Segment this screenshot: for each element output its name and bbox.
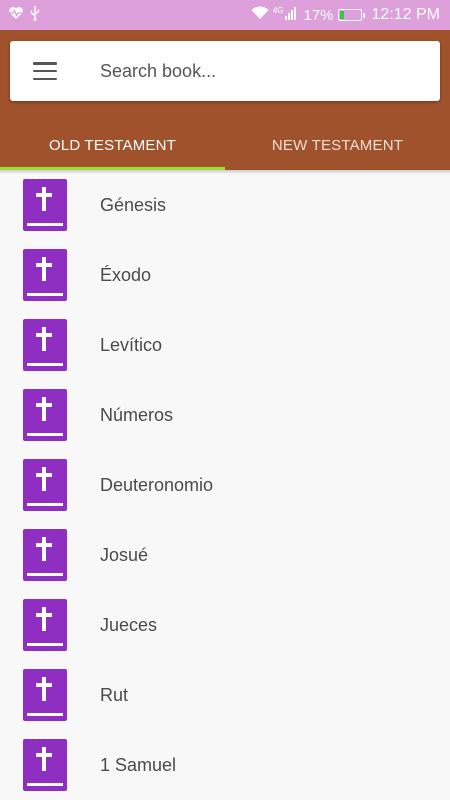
book-name: Levítico bbox=[100, 334, 163, 355]
book-name: Éxodo bbox=[100, 264, 152, 285]
battery-icon bbox=[337, 9, 365, 21]
bible-book-icon bbox=[23, 319, 67, 371]
book-name: Rut bbox=[100, 684, 129, 705]
book-name: Josué bbox=[100, 544, 149, 565]
bible-book-icon bbox=[23, 179, 67, 231]
list-item[interactable]: Números bbox=[0, 380, 450, 450]
book-name: Deuteronomio bbox=[100, 474, 214, 495]
tab-new-testament[interactable]: NEW TESTAMENT bbox=[225, 120, 450, 170]
bible-book-icon bbox=[23, 669, 67, 721]
usb-icon bbox=[30, 5, 40, 26]
bible-book-icon bbox=[23, 249, 67, 301]
list-item[interactable]: Éxodo bbox=[0, 240, 450, 310]
wifi-icon bbox=[251, 6, 269, 24]
list-item[interactable]: Deuteronomio bbox=[0, 450, 450, 520]
tab-old-testament[interactable]: OLD TESTAMENT bbox=[0, 120, 225, 170]
bible-book-icon bbox=[23, 389, 67, 441]
divider-shadow bbox=[0, 170, 450, 174]
menu-button[interactable] bbox=[10, 41, 80, 101]
bible-book-icon bbox=[23, 459, 67, 511]
list-item[interactable]: Jueces bbox=[0, 590, 450, 660]
book-name: 1 Samuel bbox=[100, 754, 177, 775]
list-item[interactable]: Levítico bbox=[0, 310, 450, 380]
list-item[interactable]: Josué bbox=[0, 520, 450, 590]
book-name: Génesis bbox=[100, 194, 167, 215]
heart-monitor-icon bbox=[8, 6, 24, 25]
list-item[interactable]: 1 Samuel bbox=[0, 730, 450, 800]
bible-book-icon bbox=[23, 739, 67, 791]
testament-tabs: OLD TESTAMENT NEW TESTAMENT bbox=[0, 120, 450, 170]
search-input[interactable] bbox=[80, 51, 440, 91]
network-type-label: 4G bbox=[272, 5, 284, 15]
signal-icon bbox=[285, 6, 299, 24]
status-clock: 12:12 PM bbox=[371, 6, 440, 23]
bible-book-icon bbox=[23, 599, 67, 651]
status-bar: 4G 17% 12:12 PM bbox=[0, 0, 450, 30]
book-list: Génesis Éxodo Levítico Números Deuterono… bbox=[0, 170, 450, 800]
book-name: Jueces bbox=[100, 614, 158, 635]
app-bar: OLD TESTAMENT NEW TESTAMENT bbox=[0, 30, 450, 170]
book-name: Números bbox=[100, 404, 174, 425]
battery-percent: 17% bbox=[303, 6, 334, 24]
search-bar bbox=[10, 41, 440, 101]
list-item[interactable]: Rut bbox=[0, 660, 450, 730]
bible-book-icon bbox=[23, 529, 67, 581]
hamburger-menu-icon bbox=[33, 62, 57, 80]
list-item[interactable]: Génesis bbox=[0, 170, 450, 240]
